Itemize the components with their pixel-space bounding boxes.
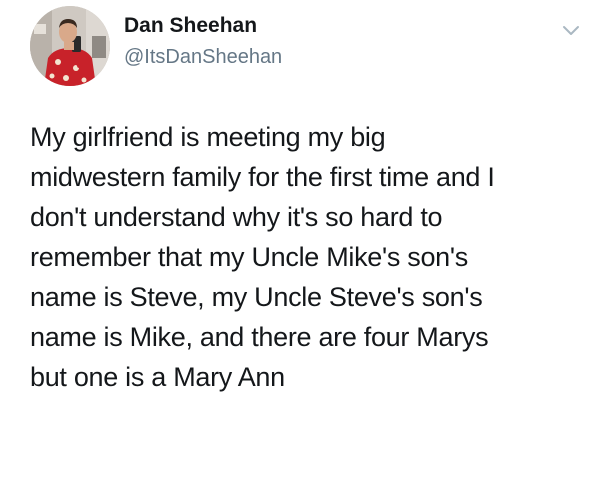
tweet-menu-button[interactable] (561, 24, 581, 38)
author-handle[interactable]: @ItsDanSheehan (124, 44, 282, 70)
avatar[interactable] (30, 6, 110, 86)
avatar-photo-icon (30, 6, 110, 86)
tweet-header: Dan Sheehan @ItsDanSheehan (124, 13, 282, 70)
author-display-name[interactable]: Dan Sheehan (124, 13, 282, 39)
tweet-card: Dan Sheehan @ItsDanSheehan My girlfriend… (0, 0, 599, 500)
tweet-text: My girlfriend is meeting my big midweste… (30, 122, 495, 392)
chevron-down-icon (563, 26, 579, 35)
